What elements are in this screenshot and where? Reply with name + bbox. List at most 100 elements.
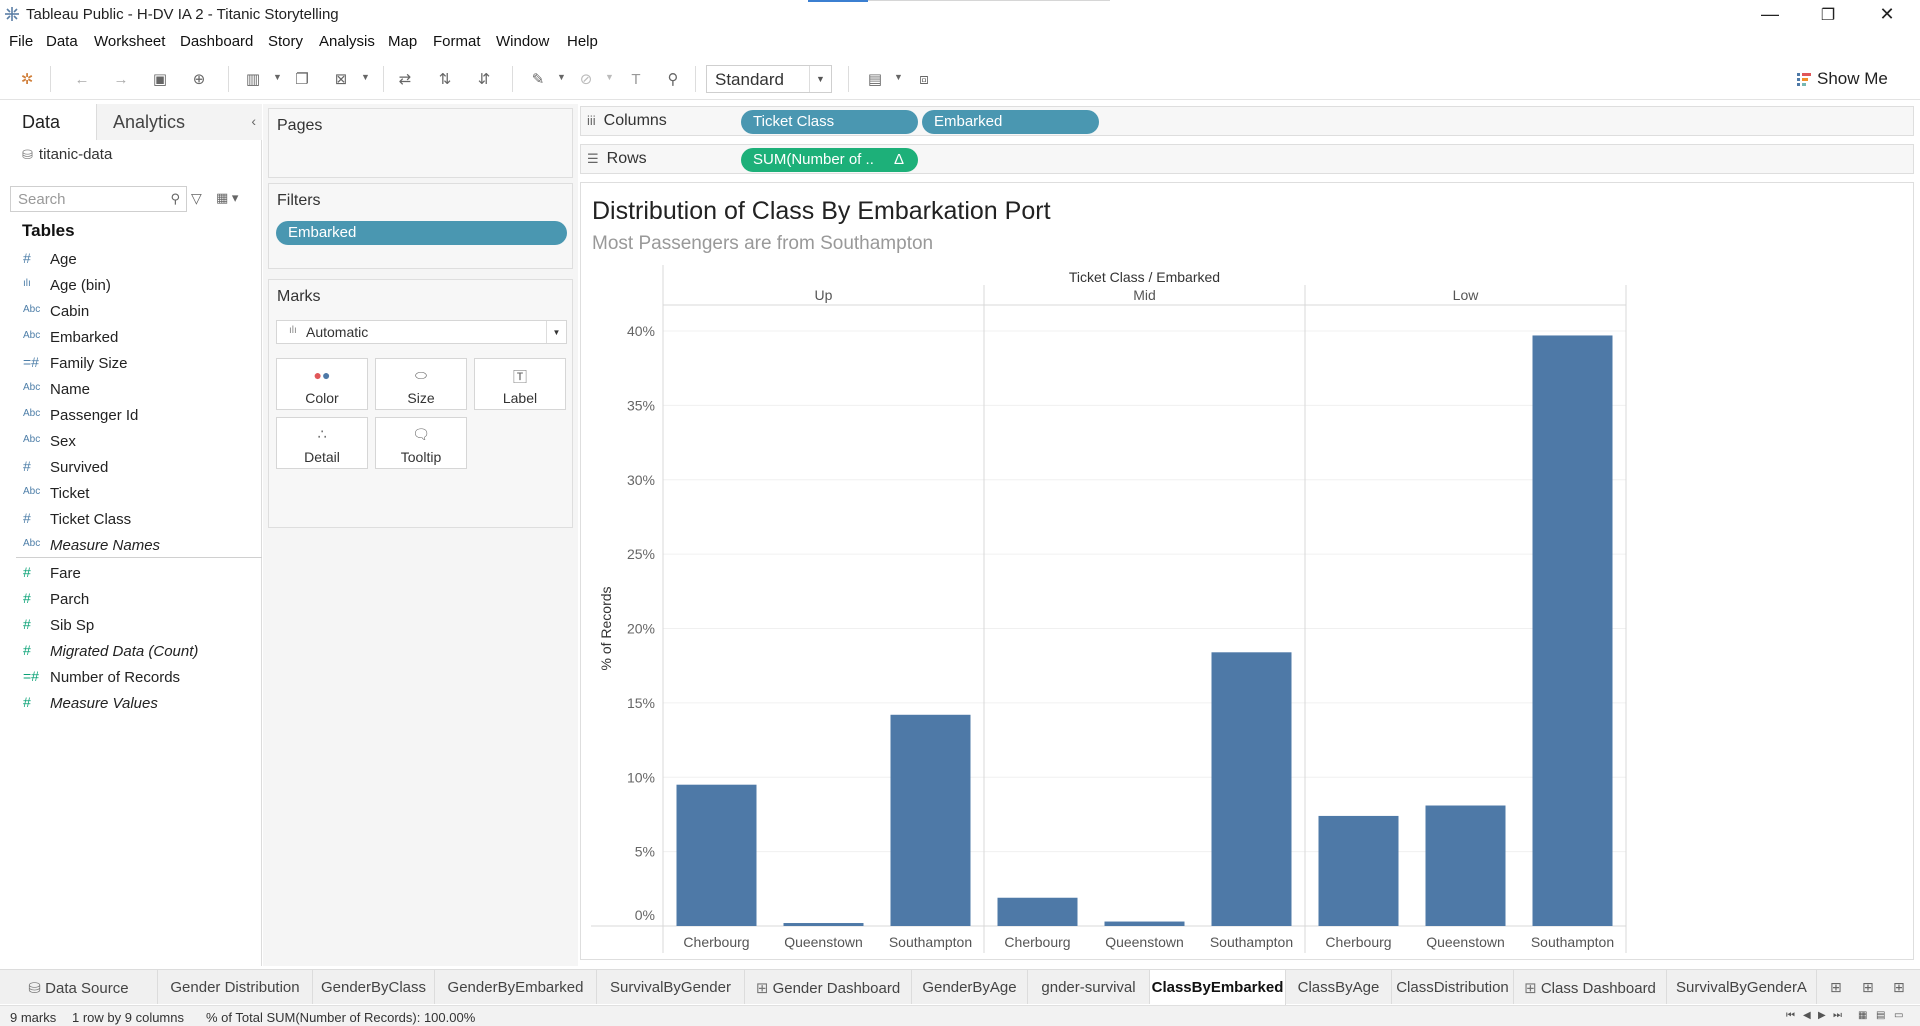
new-worksheet-tab-icon[interactable]: ⊞ [1830, 979, 1842, 996]
close-button[interactable]: ✕ [1858, 0, 1916, 29]
field-item[interactable]: Abc Sex [0, 430, 262, 454]
fix-axes-icon[interactable]: ⚲ [662, 68, 684, 90]
filter-pill-embarked[interactable]: Embarked [276, 221, 567, 245]
sheet-tab[interactable]: SurvivalByGender [597, 970, 745, 1004]
field-item[interactable]: # Measure Values [0, 692, 262, 716]
menu-help[interactable]: Help [567, 33, 598, 50]
menu-format[interactable]: Format [433, 33, 481, 50]
field-item[interactable]: # Parch [0, 588, 262, 612]
presentation-mode-icon[interactable]: ⧈ [913, 68, 935, 90]
tab-data[interactable]: Data [0, 104, 97, 140]
swap-rows-columns-icon[interactable]: ⇄ [394, 68, 416, 90]
mark-type-select[interactable]: ılı Automatic ▼ [276, 320, 567, 344]
sheet-tab[interactable]: gnder-survival [1028, 970, 1150, 1004]
minimize-button[interactable]: — [1741, 0, 1799, 29]
last-sheet-icon[interactable]: ⏭ [1833, 1010, 1842, 1021]
new-data-source-icon[interactable]: ⊕ [188, 68, 210, 90]
sheet-tab[interactable]: ClassByEmbarked [1150, 970, 1286, 1005]
sheet-tab[interactable]: ⊞ Class Dashboard [1514, 970, 1667, 1004]
fit-select[interactable]: Standard ▼ [706, 65, 832, 93]
search-input[interactable]: Search ⚲ [10, 186, 187, 212]
view-options-icon[interactable]: ▦ ▾ [216, 190, 238, 206]
new-worksheet-dropdown-icon[interactable]: ▼ [273, 72, 282, 82]
restore-button[interactable]: ❐ [1799, 0, 1857, 29]
menu-story[interactable]: Story [268, 33, 303, 50]
filter-icon[interactable]: ▽ [191, 190, 202, 207]
menu-file[interactable]: File [9, 33, 33, 50]
sort-descending-icon[interactable]: ⇵ [473, 68, 495, 90]
sheet-tab[interactable]: ⛁ Data Source [0, 970, 158, 1004]
tooltip-button[interactable]: 🗨 Tooltip [375, 417, 467, 469]
collapse-pane-icon[interactable]: ‹ [251, 113, 256, 129]
clear-sheet-dropdown-icon[interactable]: ▼ [361, 72, 370, 82]
new-worksheet-icon[interactable]: ▥ [242, 68, 264, 90]
undo-icon[interactable]: ← [71, 68, 93, 90]
menu-analysis[interactable]: Analysis [319, 33, 375, 50]
show-cards-icon[interactable]: ▤ [864, 68, 886, 90]
menu-worksheet[interactable]: Worksheet [94, 33, 165, 50]
sheet-tab[interactable]: GenderByClass [313, 970, 435, 1004]
label-button[interactable]: 🅃 Label [474, 358, 566, 410]
row-pill-sum-records[interactable]: SUM(Number of .. Δ [741, 148, 918, 172]
filters-card[interactable]: Filters Embarked [268, 183, 573, 269]
show-filmstrip-icon[interactable]: ▤ [1876, 1010, 1885, 1021]
field-item[interactable]: # Fare [0, 562, 262, 586]
field-item[interactable]: Abc Cabin [0, 300, 262, 324]
field-item[interactable]: =# Number of Records [0, 666, 262, 690]
datasource-item[interactable]: ⛁ titanic-data [22, 146, 112, 163]
sheet-tab[interactable]: GenderByEmbarked [435, 970, 597, 1004]
group-dropdown-icon[interactable]: ▼ [605, 72, 614, 82]
sheet-tab[interactable]: ClassDistribution [1392, 970, 1514, 1004]
first-sheet-icon[interactable]: ⏮ [1786, 1010, 1795, 1021]
show-tabs-icon[interactable]: ▭ [1894, 1010, 1903, 1021]
field-item[interactable]: Abc Embarked [0, 326, 262, 350]
menu-dashboard[interactable]: Dashboard [180, 33, 253, 50]
redo-icon[interactable]: → [110, 68, 132, 90]
column-pill-embarked[interactable]: Embarked [922, 110, 1099, 134]
menu-data[interactable]: Data [46, 33, 78, 50]
sheet-tab-label: GenderByAge [922, 979, 1017, 996]
show-cards-dropdown-icon[interactable]: ▼ [894, 72, 903, 82]
sort-ascending-icon[interactable]: ⇅ [434, 68, 456, 90]
sheet-tab[interactable]: GenderByAge [912, 970, 1028, 1004]
show-me-button[interactable]: Show Me [1797, 66, 1888, 92]
group-members-icon[interactable]: ⊘ [575, 68, 597, 90]
sheet-tab[interactable]: ClassByAge [1286, 970, 1392, 1004]
highlight-icon[interactable]: ✎ [527, 68, 549, 90]
field-item[interactable]: =# Family Size [0, 352, 262, 376]
column-pill-ticket-class[interactable]: Ticket Class [741, 110, 918, 134]
highlight-dropdown-icon[interactable]: ▼ [557, 72, 566, 82]
field-item[interactable]: # Ticket Class [0, 508, 262, 532]
field-item[interactable]: # Sib Sp [0, 614, 262, 638]
pages-card[interactable]: Pages [268, 108, 573, 178]
sheet-tab[interactable]: Gender Distribution [158, 970, 313, 1004]
sheet-tab[interactable]: SurvivalByGenderA [1667, 970, 1817, 1004]
field-item[interactable]: Abc Ticket [0, 482, 262, 506]
columns-shelf[interactable]: iii Columns Ticket Class Embarked [580, 106, 1914, 136]
field-item[interactable]: Abc Measure Names [0, 534, 262, 558]
menu-window[interactable]: Window [496, 33, 549, 50]
sheet-tab[interactable]: ⊞ Gender Dashboard [745, 970, 912, 1004]
duplicate-sheet-icon[interactable]: ❐ [291, 68, 313, 90]
detail-button[interactable]: ∴ Detail [276, 417, 368, 469]
field-item[interactable]: ılı Age (bin) [0, 274, 262, 298]
color-button[interactable]: ●● Color [276, 358, 368, 410]
show-mark-labels-icon[interactable]: T [625, 68, 647, 90]
tableau-logo-icon[interactable]: ✲ [16, 68, 38, 90]
next-sheet-icon[interactable]: ▶ [1818, 1010, 1826, 1021]
field-item[interactable]: # Age [0, 248, 262, 272]
size-button[interactable]: ⬭ Size [375, 358, 467, 410]
tab-analytics[interactable]: Analytics ‹ [97, 104, 262, 140]
rows-shelf[interactable]: ☰ Rows SUM(Number of .. Δ [580, 144, 1914, 174]
field-item[interactable]: Abc Passenger Id [0, 404, 262, 428]
field-item[interactable]: Abc Name [0, 378, 262, 402]
field-item[interactable]: # Survived [0, 456, 262, 480]
show-sheet-sorter-icon[interactable]: ▦ [1858, 1010, 1867, 1021]
new-story-tab-icon[interactable]: ⊞ [1893, 979, 1905, 996]
new-dashboard-tab-icon[interactable]: ⊞ [1862, 979, 1874, 996]
field-item[interactable]: # Migrated Data (Count) [0, 640, 262, 664]
menu-map[interactable]: Map [388, 33, 417, 50]
clear-sheet-icon[interactable]: ⊠ [330, 68, 352, 90]
save-icon[interactable]: ▣ [149, 68, 171, 90]
prev-sheet-icon[interactable]: ◀ [1803, 1010, 1811, 1021]
